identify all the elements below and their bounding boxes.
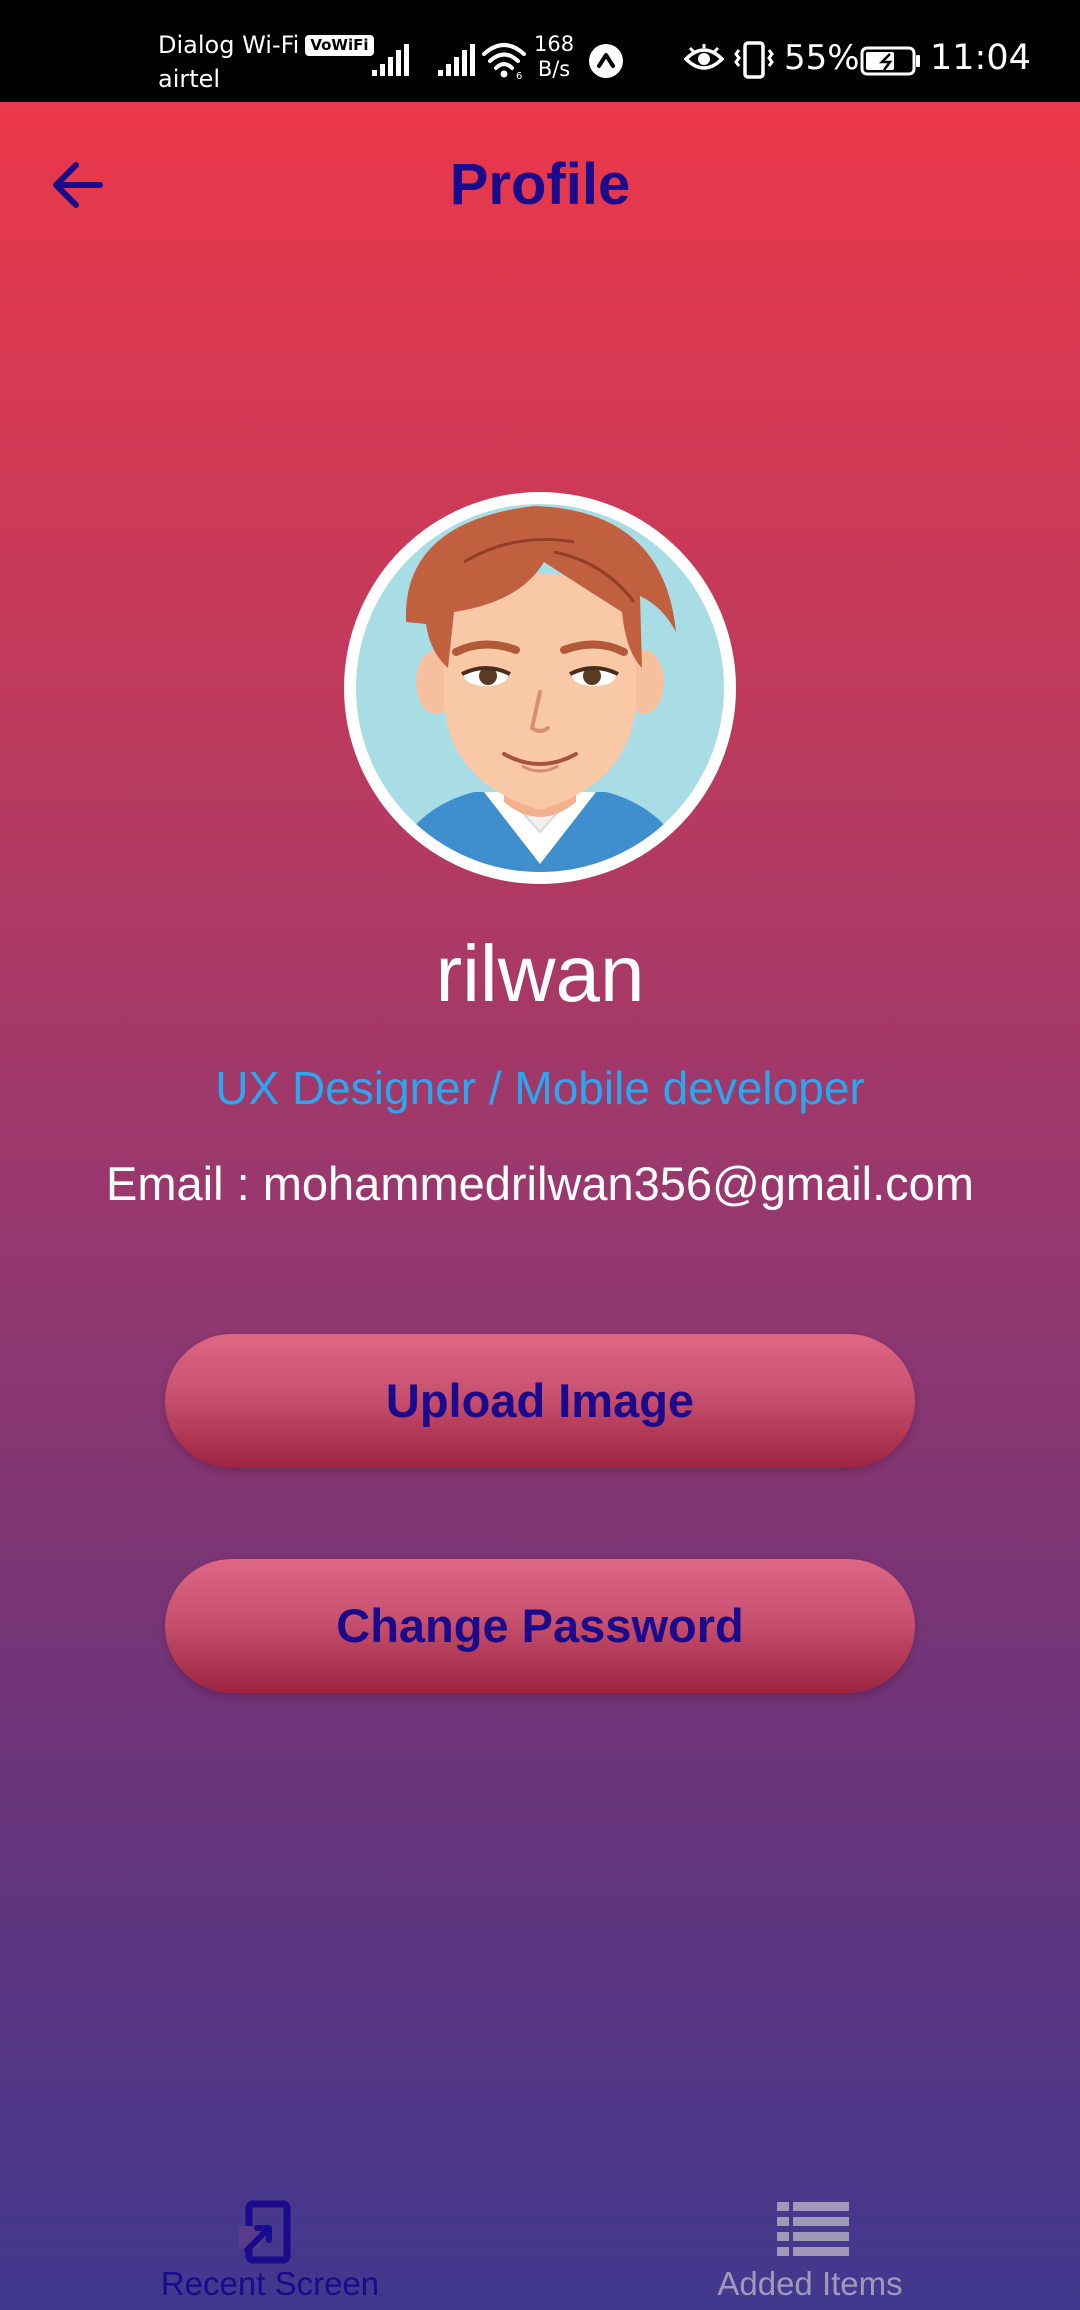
network-speed-value: 168 [534, 32, 575, 56]
network-speed-unit: B/s [537, 57, 571, 81]
clock: 11:04 [930, 38, 1031, 78]
nav-item-added-items[interactable]: Added Items [630, 2190, 990, 2310]
carrier-info: Dialog Wi-Fi VoWiFi airtel [158, 28, 374, 96]
change-password-button[interactable]: Change Password [165, 1559, 915, 1693]
status-bar: Dialog Wi-Fi VoWiFi airtel 6 168 B/s 55%… [0, 0, 1080, 102]
wifi-icon: 6 [482, 43, 526, 80]
profile-screen: Dialog Wi-Fi VoWiFi airtel 6 168 B/s 55%… [0, 0, 1080, 2310]
network-speed: 168 B/s [534, 32, 574, 82]
signal-icon [372, 44, 409, 76]
eye-icon [684, 44, 724, 70]
list-icon [777, 2202, 849, 2256]
nav-label-added-items: Added Items [717, 2265, 903, 2302]
avatar[interactable] [344, 492, 736, 884]
page-title: Profile [449, 152, 631, 217]
svg-text:6: 6 [516, 71, 522, 80]
vpn-icon [589, 44, 623, 78]
upload-image-button[interactable]: Upload Image [165, 1334, 915, 1468]
signal-icon [438, 44, 475, 76]
carrier-name-primary: Dialog Wi-Fi [158, 31, 300, 59]
battery-percent: 55% [784, 38, 860, 78]
profile-email: Email : mohammedrilwan356@gmail.com [106, 1157, 974, 1210]
vibrate-icon [734, 41, 774, 79]
profile-name: rilwan [435, 929, 645, 1018]
nav-item-recent-screen[interactable]: Recent Screen [90, 2190, 450, 2310]
bottom-navigation: Recent Screen Added Items [0, 2190, 1080, 2310]
nav-label-recent-screen: Recent Screen [160, 2265, 380, 2302]
profile-role: UX Designer / Mobile developer [215, 1062, 865, 1114]
recent-screen-icon [239, 2200, 291, 2264]
avatar-illustration [356, 504, 724, 872]
carrier-name-secondary: airtel [158, 65, 221, 93]
battery-icon [860, 46, 920, 76]
vowifi-badge: VoWiFi [305, 35, 374, 56]
